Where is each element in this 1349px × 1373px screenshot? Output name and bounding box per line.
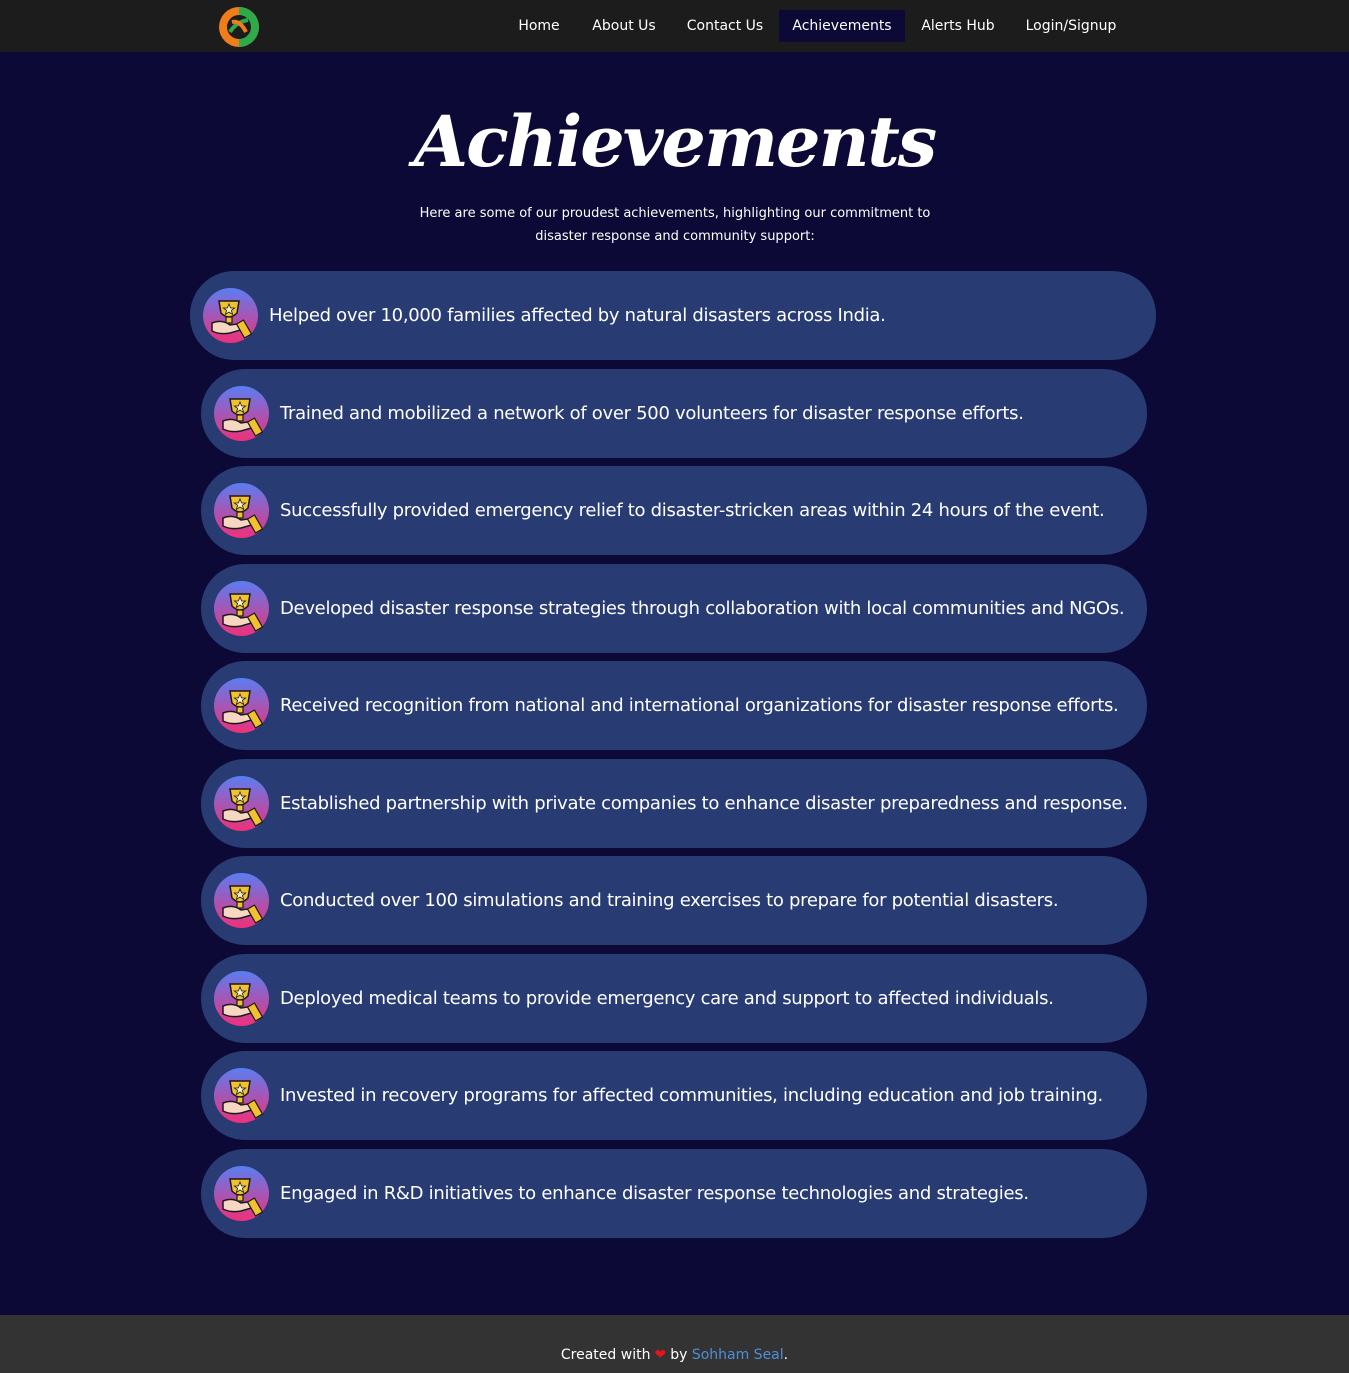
page-title: Achievements — [413, 100, 937, 183]
author-link[interactable]: Sohham Seal — [692, 1347, 784, 1363]
achievement-card: Trained and mobilized a network of over … — [201, 368, 1147, 458]
achievement-card: Helped over 10,000 families affected by … — [190, 271, 1156, 360]
achievement-card: Developed disaster response strategies t… — [201, 563, 1147, 653]
nav-about-us[interactable]: About Us — [577, 10, 671, 42]
trophy-hand-icon — [213, 385, 270, 442]
nav-links: Home About Us Contact Us Achievements Al… — [0, 10, 1349, 42]
trophy-hand-icon — [213, 970, 270, 1027]
trophy-hand-icon — [202, 287, 259, 344]
achievement-text: Conducted over 100 simulations and train… — [280, 890, 1059, 911]
page-subtitle: Here are some of our proudest achievemen… — [419, 206, 931, 244]
footer-prefix: Created with — [560, 1347, 651, 1363]
nav-achievements[interactable]: Achievements — [779, 10, 905, 42]
trophy-hand-icon — [213, 1067, 270, 1124]
achievement-text: Helped over 10,000 families affected by … — [269, 305, 886, 326]
trophy-hand-icon — [213, 872, 270, 929]
achievement-text: Deployed medical teams to provide emerge… — [280, 987, 1054, 1009]
nav-login-signup[interactable]: Login/Signup — [1011, 10, 1131, 42]
navbar: Home About Us Contact Us Achievements Al… — [0, 0, 1349, 52]
achievement-text: Received recognition from national and i… — [280, 695, 1119, 716]
achievement-card: Invested in recovery programs for affect… — [201, 1051, 1147, 1140]
achievement-card: Conducted over 100 simulations and train… — [201, 856, 1147, 945]
footer-suffix: . — [783, 1347, 789, 1363]
nav-contact-us[interactable]: Contact Us — [673, 10, 777, 42]
achievement-text: Successfully provided emergency relief t… — [280, 500, 1105, 521]
achievement-text: Invested in recovery programs for affect… — [280, 1085, 1103, 1106]
achievement-card: Deployed medical teams to provide emerge… — [201, 953, 1147, 1043]
footer-by: by — [670, 1347, 688, 1363]
achievement-text: Established partnership with private com… — [280, 792, 1128, 814]
trophy-hand-icon — [213, 1165, 270, 1222]
achievement-card: Received recognition from national and i… — [201, 661, 1147, 750]
nav-home[interactable]: Home — [503, 10, 575, 42]
trophy-hand-icon — [213, 580, 270, 637]
achievement-text: Developed disaster response strategies t… — [280, 597, 1125, 619]
nav-alerts-hub[interactable]: Alerts Hub — [907, 10, 1009, 42]
footer-credit: Created with ❤ by Sohham Seal. — [0, 1347, 1349, 1363]
footer: Created with ❤ by Sohham Seal. — [0, 1315, 1349, 1373]
trophy-hand-icon — [213, 775, 270, 832]
trophy-hand-icon — [213, 677, 270, 734]
achievement-card: Established partnership with private com… — [201, 758, 1147, 848]
achievement-card: Engaged in R&D initiatives to enhance di… — [201, 1148, 1147, 1238]
heart-icon: ❤ — [654, 1347, 667, 1363]
achievement-text: Engaged in R&D initiatives to enhance di… — [280, 1182, 1029, 1204]
achievement-card: Successfully provided emergency relief t… — [201, 466, 1147, 555]
achievement-text: Trained and mobilized a network of over … — [280, 402, 1024, 424]
trophy-hand-icon — [213, 482, 270, 539]
